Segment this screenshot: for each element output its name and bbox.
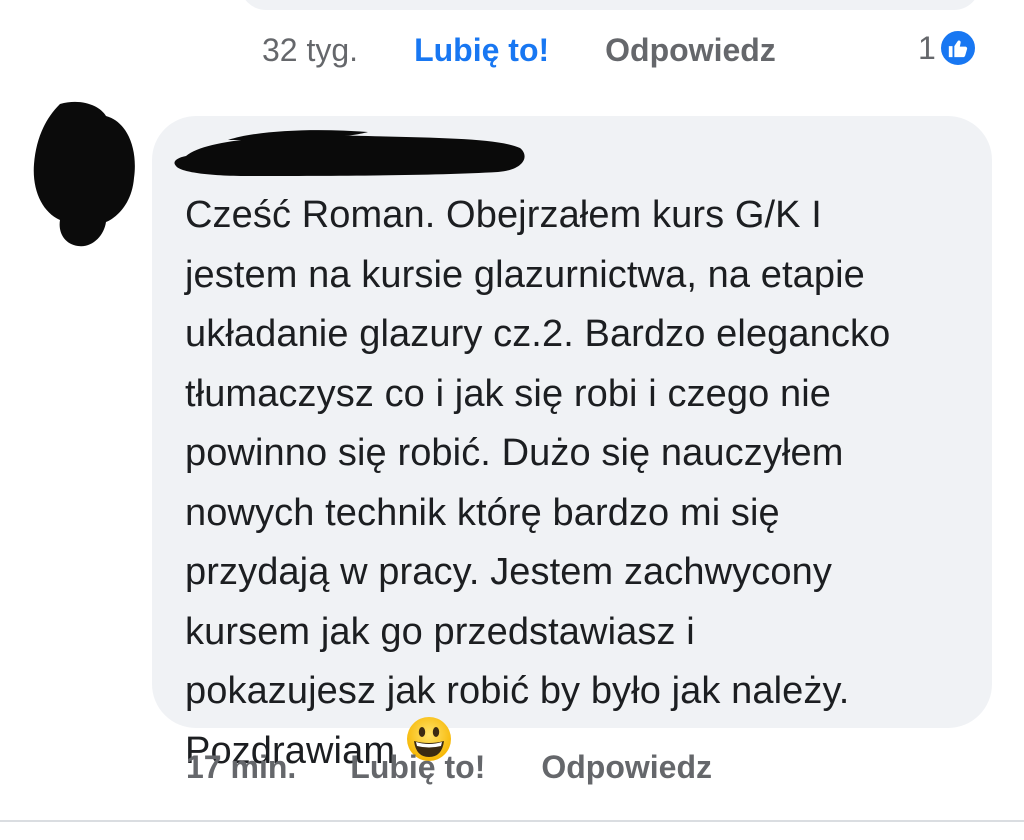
comment-line: powinno się robić. Dużo się nauczyłem	[185, 432, 844, 474]
avatar[interactable]	[30, 100, 136, 248]
thumbs-up-icon	[937, 28, 978, 68]
author-name-redacted[interactable]	[168, 126, 528, 180]
like-button[interactable]: Lubię to!	[350, 749, 485, 786]
reaction-count: 1	[918, 29, 936, 66]
comment-line: przydają w pracy. Jestem zachwycony	[185, 551, 832, 593]
previous-comment-bubble	[240, 0, 980, 10]
previous-comment-actions: 32 tyg. Lubię to! Odpowiedz	[262, 28, 776, 72]
comment-time[interactable]: 17 min.	[186, 749, 296, 786]
comment-line: jestem na kursie glazurnictwa, na etapie	[185, 253, 865, 296]
reply-button[interactable]: Odpowiedz	[541, 749, 712, 786]
comment-line: nowych technik którę bardzo mi się	[185, 491, 780, 534]
previous-reply-button[interactable]: Odpowiedz	[605, 32, 776, 69]
comment-line: kursem jak go przedstawiasz i	[185, 610, 695, 653]
previous-comment-time[interactable]: 32 tyg.	[262, 32, 358, 69]
comment-text: Cześć Roman. Obejrzałem kurs G/K I jeste…	[185, 186, 975, 782]
divider	[0, 820, 1024, 822]
comment-actions: 17 min. Lubię to! Odpowiedz	[186, 745, 712, 789]
comment-line: tłumaczysz co i jak się robi i czego nie	[185, 372, 832, 415]
comment-line: pokazujesz jak robić by było jak należy.	[185, 670, 850, 712]
previous-like-button[interactable]: Lubię to!	[414, 32, 549, 69]
comment-line: Cześć Roman. Obejrzałem kurs G/K I	[185, 194, 822, 236]
previous-reaction-summary[interactable]: 1	[918, 26, 978, 70]
comment-line: układanie glazury cz.2. Bardzo elegancko	[185, 313, 891, 355]
comment-thread: 32 tyg. Lubię to! Odpowiedz 1 Cześć Roma…	[0, 0, 1024, 840]
comment-bubble: Cześć Roman. Obejrzałem kurs G/K I jeste…	[152, 116, 992, 772]
